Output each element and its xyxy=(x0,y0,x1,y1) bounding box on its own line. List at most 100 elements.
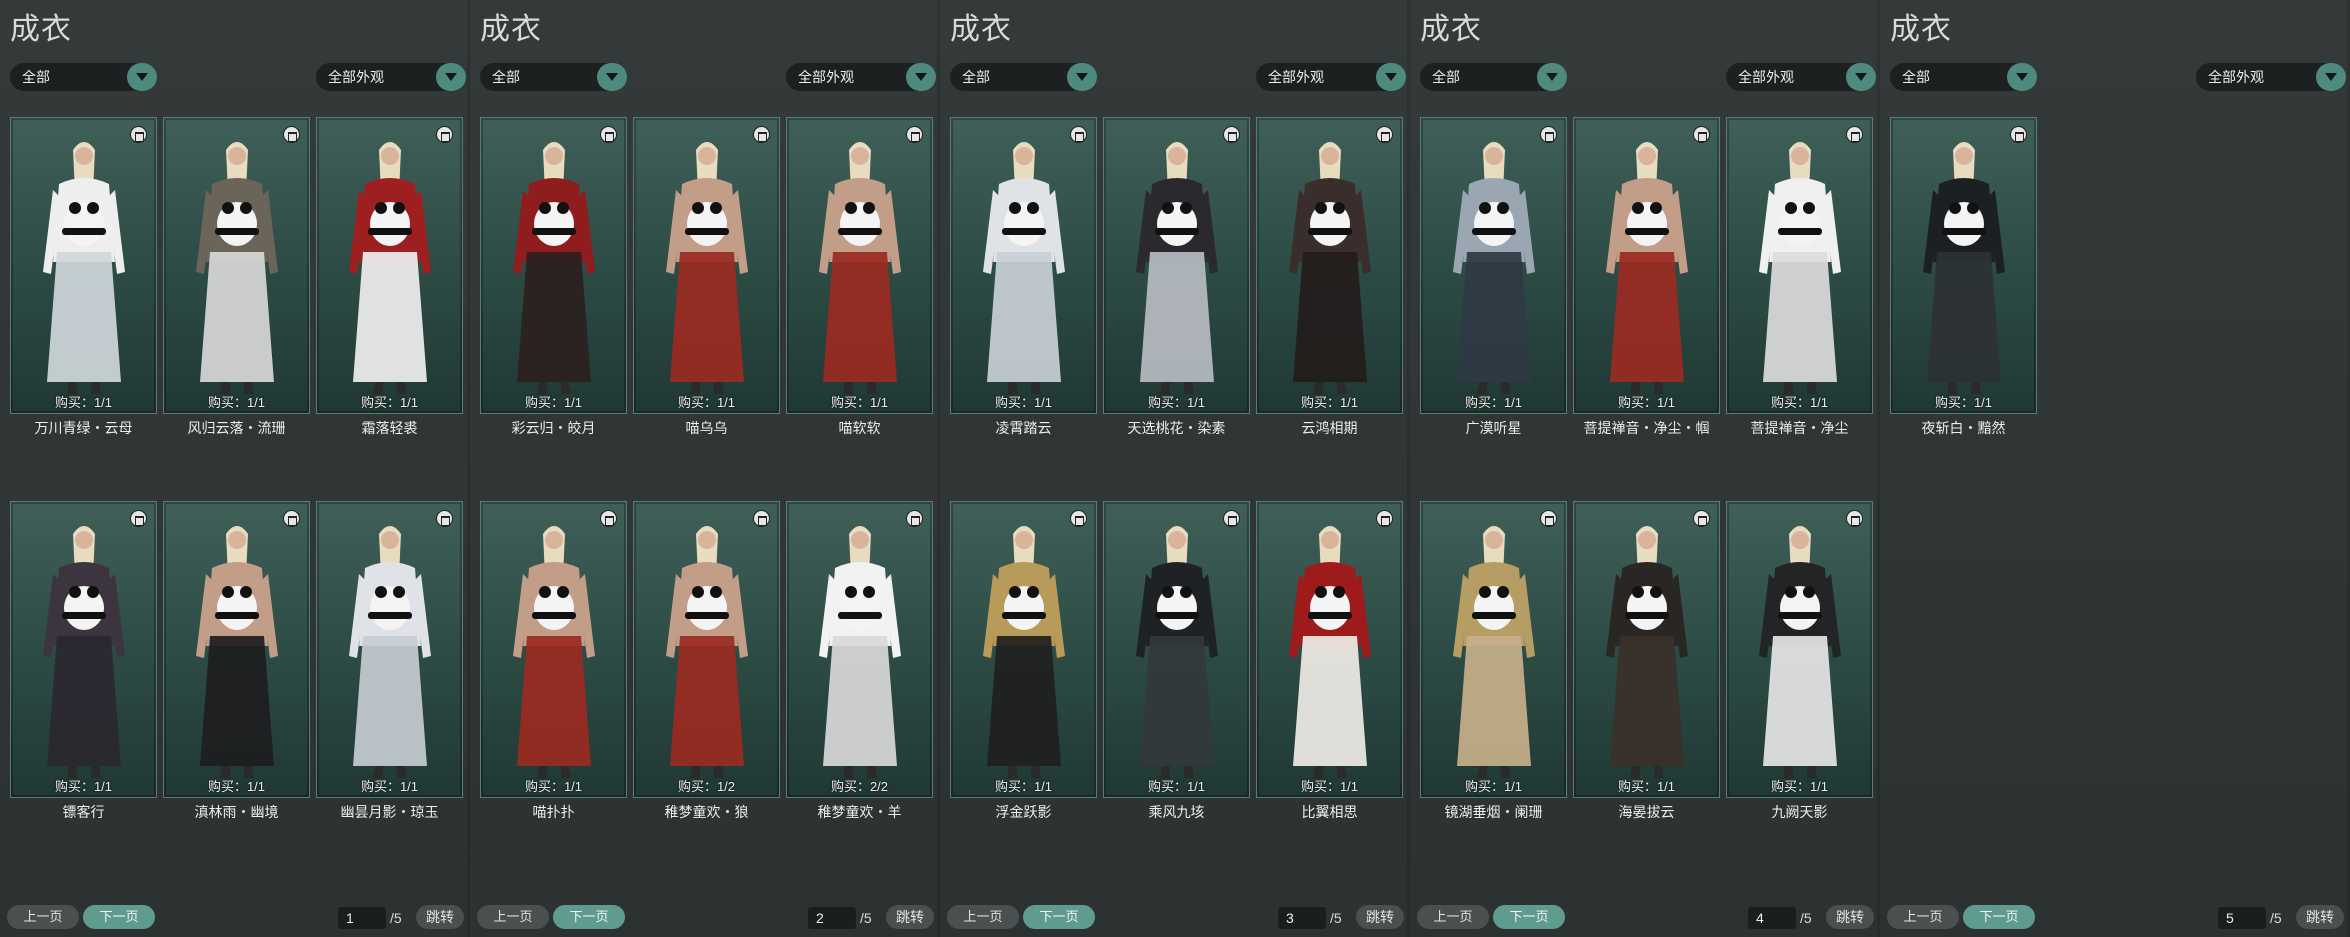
page-number-input[interactable]: 4 xyxy=(1748,907,1796,929)
outfit-card[interactable]: 购买：2/2 xyxy=(786,501,933,798)
page-number-input[interactable]: 1 xyxy=(338,907,386,929)
category-dropdown[interactable]: 全部 xyxy=(950,63,1097,91)
trash-icon[interactable] xyxy=(1070,510,1087,527)
prev-page-button[interactable]: 上一页 xyxy=(7,905,79,929)
chevron-down-icon[interactable] xyxy=(1067,63,1097,91)
next-page-button[interactable]: 下一页 xyxy=(1493,905,1565,929)
trash-icon[interactable] xyxy=(283,126,300,143)
outfit-card[interactable]: 购买：1/1 xyxy=(1573,117,1720,414)
page-number-input[interactable]: 3 xyxy=(1278,907,1326,929)
chevron-down-icon[interactable] xyxy=(436,63,466,91)
outfit-card[interactable]: 购买：1/1 xyxy=(480,501,627,798)
outfit-card[interactable]: 购买：1/1 xyxy=(10,117,157,414)
outfit-card[interactable]: 购买：1/1 xyxy=(1726,501,1873,798)
trash-icon[interactable] xyxy=(600,126,617,143)
jump-button[interactable]: 跳转 xyxy=(416,905,464,929)
next-page-button[interactable]: 下一页 xyxy=(1023,905,1095,929)
chevron-down-icon[interactable] xyxy=(1537,63,1567,91)
trash-icon[interactable] xyxy=(753,126,770,143)
appearance-dropdown[interactable]: 全部外观 xyxy=(1256,63,1406,91)
trash-icon[interactable] xyxy=(906,126,923,143)
outfit-card[interactable]: 购买：1/1 xyxy=(163,117,310,414)
chevron-down-icon[interactable] xyxy=(2316,63,2346,91)
next-page-button[interactable]: 下一页 xyxy=(1963,905,2035,929)
outfit-card[interactable]: 购买：1/1 xyxy=(1256,501,1403,798)
category-dropdown[interactable]: 全部 xyxy=(1890,63,2037,91)
prev-page-button[interactable]: 上一页 xyxy=(1887,905,1959,929)
trash-icon[interactable] xyxy=(1693,510,1710,527)
trash-icon[interactable] xyxy=(130,510,147,527)
outfit-card[interactable]: 购买：1/1 xyxy=(316,117,463,414)
outfit-preview-image xyxy=(42,526,125,778)
appearance-dropdown[interactable]: 全部外观 xyxy=(1726,63,1876,91)
trash-icon[interactable] xyxy=(283,510,300,527)
outfit-name: 云鸿相期 xyxy=(1301,420,1358,436)
outfit-preview-image xyxy=(1135,526,1218,778)
prev-page-button[interactable]: 上一页 xyxy=(1417,905,1489,929)
chevron-down-icon[interactable] xyxy=(1376,63,1406,91)
outfit-card[interactable]: 购买：1/1 xyxy=(316,501,463,798)
outfit-card[interactable]: 购买：1/1 xyxy=(950,117,1097,414)
chevron-down-icon[interactable] xyxy=(2007,63,2037,91)
trash-icon[interactable] xyxy=(436,126,453,143)
trash-icon[interactable] xyxy=(600,510,617,527)
outfit-card[interactable]: 购买：1/1 xyxy=(1420,117,1567,414)
trash-icon[interactable] xyxy=(1846,126,1863,143)
outfit-name: 镜湖垂烟・阑珊 xyxy=(1444,804,1543,820)
trash-icon[interactable] xyxy=(1223,510,1240,527)
chevron-down-icon[interactable] xyxy=(1846,63,1876,91)
trash-icon[interactable] xyxy=(1376,126,1393,143)
outfit-preview-image xyxy=(982,142,1065,394)
outfit-card[interactable]: 购买：1/1 xyxy=(1573,501,1720,798)
jump-button[interactable]: 跳转 xyxy=(1356,905,1404,929)
trash-icon[interactable] xyxy=(2010,126,2027,143)
trash-icon[interactable] xyxy=(1846,510,1863,527)
outfit-card[interactable]: 购买：1/1 xyxy=(1103,117,1250,414)
outfit-card[interactable]: 购买：1/1 xyxy=(950,501,1097,798)
outfit-card[interactable]: 购买：1/1 xyxy=(1103,501,1250,798)
chevron-down-icon[interactable] xyxy=(906,63,936,91)
outfit-card[interactable]: 购买：1/1 xyxy=(1726,117,1873,414)
outfit-name: 喵扑扑 xyxy=(532,804,575,820)
jump-button[interactable]: 跳转 xyxy=(1826,905,1874,929)
prev-page-button[interactable]: 上一页 xyxy=(477,905,549,929)
category-dropdown-value: 全部 xyxy=(1432,69,1460,85)
chevron-down-icon[interactable] xyxy=(597,63,627,91)
outfit-card[interactable]: 购买：1/1 xyxy=(163,501,310,798)
restore-icon[interactable] xyxy=(1540,510,1557,527)
outfit-card[interactable]: 购买：1/1 xyxy=(480,117,627,414)
page-number-input[interactable]: 5 xyxy=(2218,907,2266,929)
outfit-card[interactable]: 购买：1/1 xyxy=(786,117,933,414)
chevron-down-icon[interactable] xyxy=(127,63,157,91)
trash-icon[interactable] xyxy=(753,510,770,527)
prev-page-button[interactable]: 上一页 xyxy=(947,905,1019,929)
trash-icon[interactable] xyxy=(906,510,923,527)
category-dropdown[interactable]: 全部 xyxy=(1420,63,1567,91)
outfit-card[interactable]: 购买：1/2 xyxy=(633,501,780,798)
category-dropdown[interactable]: 全部 xyxy=(480,63,627,91)
trash-icon[interactable] xyxy=(1223,126,1240,143)
outfit-card[interactable]: 购买：1/1 xyxy=(1256,117,1403,414)
outfit-card[interactable]: 购买：1/1 xyxy=(1420,501,1567,798)
jump-button[interactable]: 跳转 xyxy=(886,905,934,929)
outfit-card[interactable]: 购买：1/1 xyxy=(1890,117,2037,414)
next-page-button[interactable]: 下一页 xyxy=(83,905,155,929)
outfit-preview-image xyxy=(195,526,278,778)
purchase-count: 购买：1/1 xyxy=(524,779,583,794)
purchase-count: 购买：1/2 xyxy=(677,779,736,794)
appearance-dropdown[interactable]: 全部外观 xyxy=(786,63,936,91)
appearance-dropdown[interactable]: 全部外观 xyxy=(2196,63,2346,91)
outfit-card[interactable]: 购买：1/1 xyxy=(633,117,780,414)
page-number-input[interactable]: 2 xyxy=(808,907,856,929)
appearance-dropdown[interactable]: 全部外观 xyxy=(316,63,466,91)
trash-icon[interactable] xyxy=(1070,126,1087,143)
trash-icon[interactable] xyxy=(1376,510,1393,527)
jump-button[interactable]: 跳转 xyxy=(2296,905,2344,929)
trash-icon[interactable] xyxy=(130,126,147,143)
category-dropdown[interactable]: 全部 xyxy=(10,63,157,91)
trash-icon[interactable] xyxy=(1693,126,1710,143)
restore-icon[interactable] xyxy=(1540,126,1557,143)
outfit-card[interactable]: 购买：1/1 xyxy=(10,501,157,798)
trash-icon[interactable] xyxy=(436,510,453,527)
next-page-button[interactable]: 下一页 xyxy=(553,905,625,929)
